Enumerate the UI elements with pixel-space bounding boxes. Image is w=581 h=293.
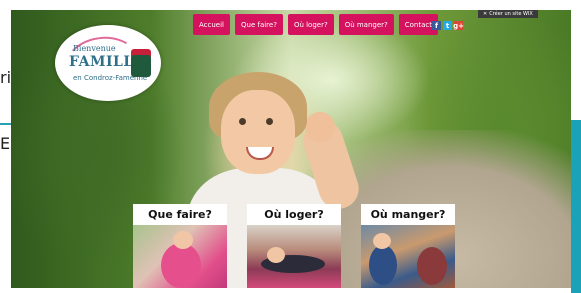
card-image[interactable] [361,225,455,288]
close-icon[interactable]: ✕ [483,11,487,17]
card-image[interactable] [133,225,227,288]
card-title[interactable]: Que faire? [133,204,227,225]
main-nav: Accueil Que faire? Où loger? Où manger? … [193,14,438,35]
wix-banner-label: Créer un site WIX [489,11,533,17]
nav-item-ou-loger[interactable]: Où loger? [287,14,334,35]
edge-text-1: ri [0,68,12,87]
card-image-figure [267,247,285,263]
card-image-figure [373,233,391,249]
logo-line-1: Bienvenue [73,44,116,53]
card-title[interactable]: Où manger? [361,204,455,225]
logo-badge [131,55,151,77]
card-image-figure [161,243,201,288]
hero-girl-face [221,90,295,174]
card-ou-loger[interactable]: Où loger? [247,204,341,288]
nav-item-ou-manger[interactable]: Où manger? [338,14,394,35]
nav-item-accueil[interactable]: Accueil [193,14,230,35]
facebook-icon[interactable]: f [432,21,441,30]
hero-banner: Bienvenue FAMILLE en Condroz-Famenne Acc… [11,10,571,288]
hero-girl-eye [266,118,273,125]
site-logo[interactable]: Bienvenue FAMILLE en Condroz-Famenne [55,25,161,101]
social-links: f t g+ [432,21,464,30]
card-image-figure [417,247,447,285]
nav-item-que-faire[interactable]: Que faire? [235,14,283,35]
card-ou-manger[interactable]: Où manger? [361,204,455,288]
right-accent-bar [571,120,581,293]
wix-banner[interactable]: ✕ Créer un site WIX [478,10,538,18]
card-que-faire[interactable]: Que faire? [133,204,227,288]
card-image-figure [369,245,397,285]
twitter-icon[interactable]: t [443,21,452,30]
hero-girl-eye [239,118,246,125]
card-title[interactable]: Où loger? [247,204,341,225]
card-image-figure [173,231,193,249]
hero-girl-fist [305,112,335,142]
google-plus-icon[interactable]: g+ [453,21,464,30]
card-image[interactable] [247,225,341,288]
